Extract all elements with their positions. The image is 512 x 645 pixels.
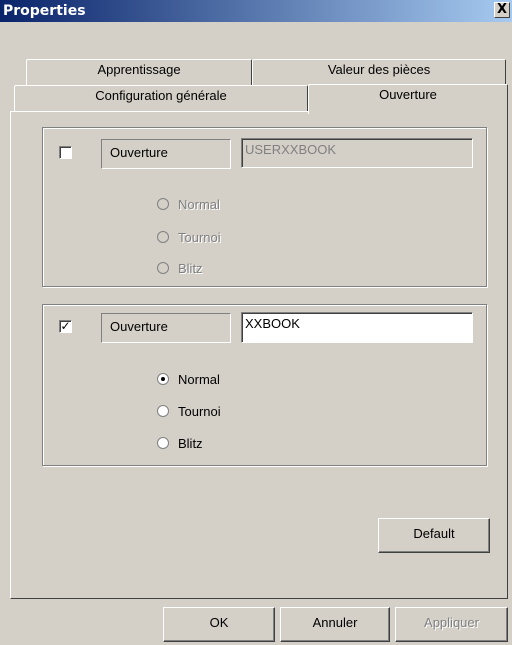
default-button[interactable]: Default (378, 518, 490, 553)
apply-button[interactable]: Appliquer (395, 607, 508, 642)
close-button[interactable]: X (494, 2, 510, 18)
book-name-input-1[interactable]: USERXXBOOK (241, 138, 473, 168)
radio-circle (157, 198, 169, 210)
close-icon: X (496, 2, 508, 17)
ouverture-label-1: Ouverture (101, 139, 231, 169)
tab-configuration-generale[interactable]: Configuration générale (14, 85, 308, 111)
tab-valeur-des-pieces[interactable]: Valeur des pièces (252, 59, 506, 85)
check-icon: ✓ (60, 319, 71, 333)
radio-circle (157, 262, 169, 274)
tab-ouverture[interactable]: Ouverture (308, 84, 508, 114)
radio-circle (157, 373, 169, 385)
book-name-input-2[interactable]: XXBOOK (241, 312, 473, 343)
title-bar: Properties X (0, 0, 512, 22)
radio-circle (157, 231, 169, 243)
window-title: Properties (3, 3, 86, 19)
ouverture-checkbox-2[interactable]: ✓ (59, 320, 72, 333)
radio-circle (157, 437, 169, 449)
ok-button[interactable]: OK (163, 607, 275, 642)
ouverture-label-2: Ouverture (101, 313, 231, 343)
tab-apprentissage[interactable]: Apprentissage (26, 59, 252, 85)
ouverture-checkbox-1[interactable] (59, 146, 72, 159)
radio-circle (157, 405, 169, 417)
cancel-button[interactable]: Annuler (280, 607, 390, 642)
